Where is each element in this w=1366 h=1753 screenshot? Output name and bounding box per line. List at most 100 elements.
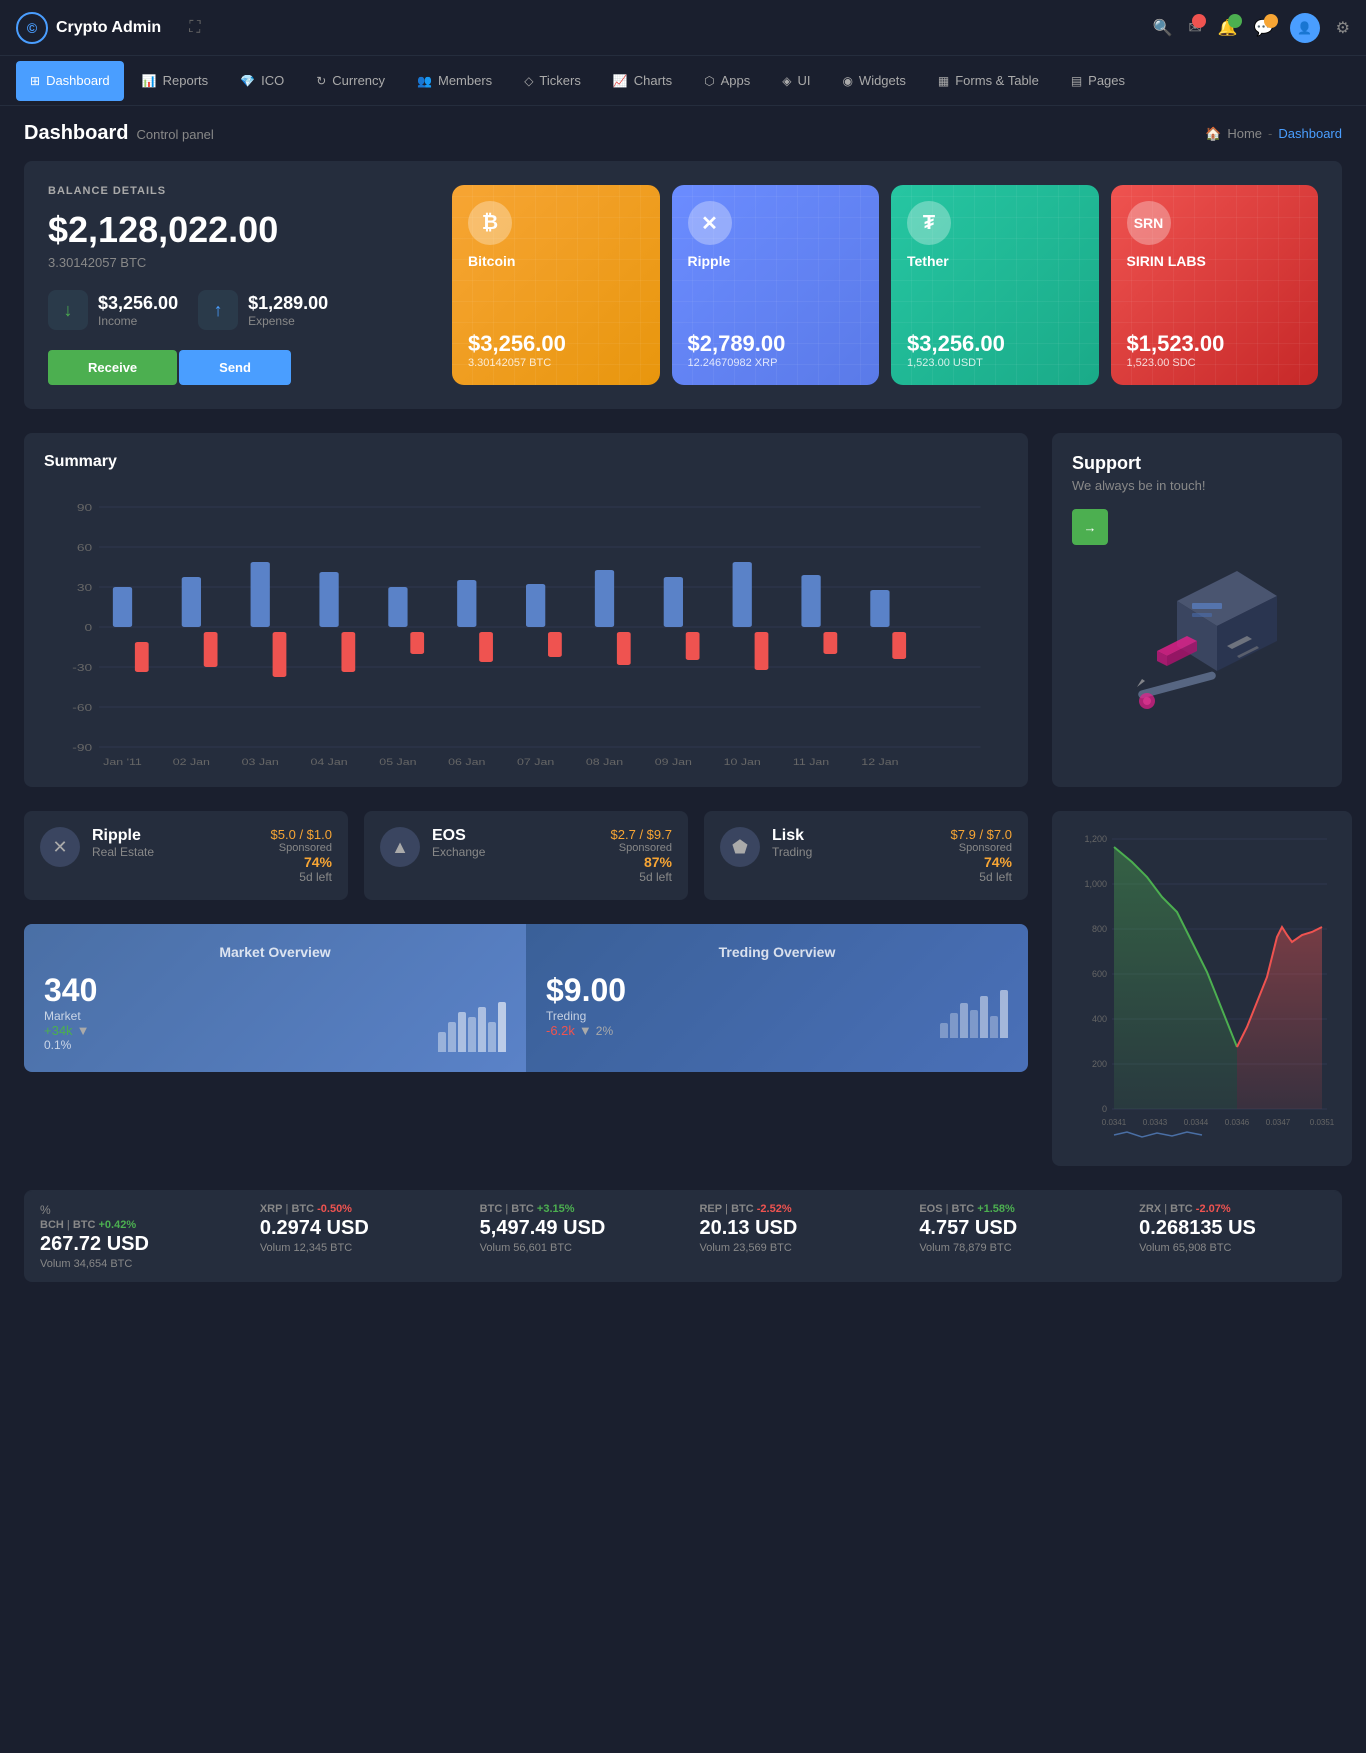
lisk-sponsored: Sponsored [951, 842, 1012, 854]
nav-item-reports[interactable]: 📊 Reports [128, 61, 222, 101]
market-left-title: Market Overview [44, 944, 506, 960]
ticker-item-4: EOS | BTC +1.58% 4.757 USD Volum 78,879 … [903, 1191, 1123, 1282]
coin-trading-row: ✕ Ripple Real Estate $5.0 / $1.0 Sponsor… [24, 811, 1342, 1166]
lisk-stat-name: Lisk [772, 827, 939, 845]
summary-chart-svg: 90 60 30 0 -30 -60 -90 [44, 487, 1008, 767]
page-title-area: Dashboard Control panel [24, 122, 214, 145]
ticker-vol-2: Volum 56,601 BTC [480, 1242, 667, 1254]
breadcrumb-sep: - [1268, 126, 1272, 141]
market-left-label: Market [44, 1009, 97, 1023]
nav-label-dashboard: Dashboard [46, 73, 110, 88]
expand-icon[interactable]: ⛶ [189, 19, 200, 37]
crypto-cards: ₿ Bitcoin $3,256.00 3.30142057 BTC ✕ Rip… [452, 185, 1318, 385]
nav-item-ui[interactable]: ◈ UI [768, 61, 824, 101]
ticker-change-2: +3.15% [537, 1203, 575, 1215]
nav-item-apps[interactable]: ⬡ Apps [690, 61, 764, 101]
sirin-card: SRN SIRIN LABS $1,523.00 1,523.00 SDC [1111, 185, 1319, 385]
svg-text:0.0344: 0.0344 [1184, 1118, 1209, 1127]
avatar[interactable]: 👤 [1290, 13, 1320, 43]
ripple-stat-info: Ripple Real Estate [92, 827, 259, 859]
income-icon: ↓ [48, 290, 88, 330]
logo-circle: © [16, 12, 48, 44]
nav-label-forms-table: Forms & Table [955, 73, 1039, 88]
nav-item-ico[interactable]: 💎 ICO [226, 61, 298, 101]
nav-label-widgets: Widgets [859, 73, 906, 88]
nav-item-dashboard[interactable]: ⊞ Dashboard [16, 61, 124, 101]
ticker-change-0: +0.42% [99, 1219, 137, 1231]
ticker-change-4: +1.58% [977, 1203, 1015, 1215]
nav-item-charts[interactable]: 📈 Charts [599, 61, 686, 101]
ripple-stat-icon: ✕ [40, 827, 80, 867]
ripple-stat-card: ✕ Ripple Real Estate $5.0 / $1.0 Sponsor… [24, 811, 348, 900]
svg-text:0.0347: 0.0347 [1266, 1118, 1291, 1127]
page-subtitle: Control panel [136, 127, 213, 142]
currency-icon: ↻ [316, 74, 326, 88]
eos-stat-info: EOS Exchange [432, 827, 599, 859]
ui-icon: ◈ [782, 74, 791, 88]
ticker-vol-5: Volum 65,908 BTC [1139, 1242, 1326, 1254]
send-button[interactable]: Send [179, 350, 291, 385]
search-icon[interactable]: 🔍 [1152, 18, 1172, 38]
pages-icon: ▤ [1071, 74, 1082, 88]
nav-item-members[interactable]: 👥 Members [403, 61, 506, 101]
summary-chart-area: 90 60 30 0 -30 -60 -90 [44, 487, 1008, 767]
tether-amount: $3,256.00 [907, 331, 1083, 357]
svg-text:12 Jan: 12 Jan [861, 758, 898, 767]
tickers-icon: ◇ [524, 74, 533, 88]
expense-stat: ↑ $1,289.00 Expense [198, 290, 328, 330]
breadcrumb-home[interactable]: Home [1227, 126, 1262, 141]
market-overview-card: Market Overview 340 Market +34k ▼ 0.1% [24, 924, 1028, 1072]
expense-label: Expense [248, 314, 328, 328]
svg-text:0: 0 [85, 622, 93, 634]
svg-text:08 Jan: 08 Jan [586, 758, 623, 767]
ticker-vol-1: Volum 12,345 BTC [260, 1242, 447, 1254]
home-icon: 🏠 [1205, 126, 1221, 142]
tether-card: ₮ Tether $3,256.00 1,523.00 USDT [891, 185, 1099, 385]
widgets-icon: ◉ [842, 74, 852, 88]
nav-item-pages[interactable]: ▤ Pages [1057, 61, 1139, 101]
nav-item-tickers[interactable]: ◇ Tickers [510, 61, 595, 101]
income-info: $3,256.00 Income [98, 293, 178, 328]
income-label: Income [98, 314, 178, 328]
ticker-item-3: REP | BTC -2.52% 20.13 USD Volum 23,569 … [683, 1191, 903, 1282]
mail-icon[interactable]: ✉ [1188, 18, 1201, 38]
ticker-pair-2: BTC | BTC +3.15% [480, 1203, 667, 1215]
ripple-price: $5.0 / $1.0 [271, 827, 332, 842]
svg-text:10 Jan: 10 Jan [724, 758, 761, 767]
eos-stat-values: $2.7 / $9.7 Sponsored 87% 5d left [611, 827, 672, 884]
support-arrow-button[interactable]: → [1072, 509, 1108, 545]
balance-card: BALANCE DETAILS $2,128,022.00 3.30142057… [24, 161, 1342, 409]
receive-button[interactable]: Receive [48, 350, 177, 385]
market-left-value: 340 [44, 972, 97, 1009]
support-section: Support We always be in touch! → [1052, 433, 1342, 787]
ticker-bar: % BCH | BTC +0.42% 267.72 USD Volum 34,6… [24, 1190, 1342, 1282]
ripple-pct: 74% [271, 854, 332, 870]
nav-item-currency[interactable]: ↻ Currency [302, 61, 399, 101]
nav-label-reports: Reports [163, 73, 209, 88]
lisk-price: $7.9 / $7.0 [951, 827, 1012, 842]
nav-label-ico: ICO [261, 73, 284, 88]
chat-icon[interactable]: 💬 [1254, 18, 1274, 38]
svg-text:07 Jan: 07 Jan [517, 758, 554, 767]
nav-label-members: Members [438, 73, 492, 88]
trading-chart-card: 1,200 1,000 800 600 400 200 0 [1052, 811, 1352, 1166]
market-right-minibars [940, 988, 1008, 1038]
nav-label-currency: Currency [332, 73, 385, 88]
ticker-usd-1: 0.2974 USD [260, 1217, 447, 1240]
lisk-stat-info: Lisk Trading [772, 827, 939, 859]
ripple-stat-sub: Real Estate [92, 845, 259, 859]
lisk-stat-icon: ⬟ [720, 827, 760, 867]
logo: © Crypto Admin [16, 12, 161, 44]
bell-badge [1228, 14, 1242, 28]
svg-text:0: 0 [1102, 1104, 1107, 1114]
bitcoin-card: ₿ Bitcoin $3,256.00 3.30142057 BTC [452, 185, 660, 385]
ticker-usd-3: 20.13 USD [699, 1217, 886, 1240]
nav-item-forms-table[interactable]: ▦ Forms & Table [924, 61, 1053, 101]
nav-label-ui: UI [797, 73, 810, 88]
bell-icon[interactable]: 🔔 [1218, 18, 1238, 38]
nav-item-widgets[interactable]: ◉ Widgets [828, 61, 919, 101]
svg-text:04 Jan: 04 Jan [310, 758, 347, 767]
ticker-pair-4: EOS | BTC +1.58% [919, 1203, 1106, 1215]
eos-sponsored: Sponsored [611, 842, 672, 854]
settings-icon[interactable]: ⚙ [1336, 18, 1350, 38]
